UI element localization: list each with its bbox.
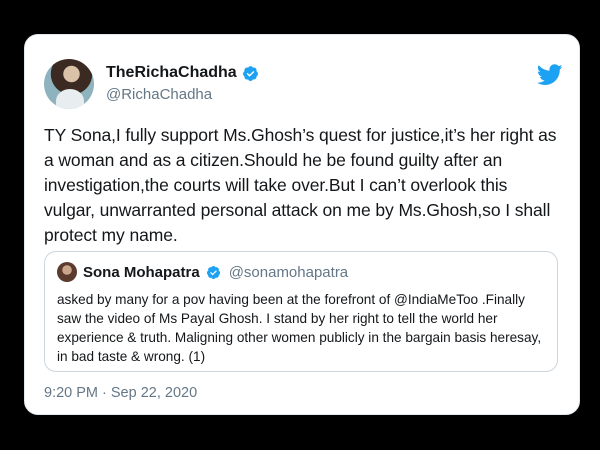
verified-badge-icon: [206, 265, 220, 279]
tweet-timestamp[interactable]: 9:20 PM · Sep 22, 2020: [44, 385, 197, 401]
author-avatar[interactable]: [44, 59, 94, 109]
tweet-header: TheRichaChadha @RichaChadha: [44, 58, 563, 110]
verified-badge-icon: [242, 65, 258, 81]
display-name-row: TheRichaChadha: [106, 64, 259, 82]
twitter-bird-icon[interactable]: [537, 64, 563, 86]
author-display-name[interactable]: TheRichaChadha: [106, 64, 237, 82]
author-handle[interactable]: @RichaChadha: [106, 86, 259, 103]
tweet-card: TheRichaChadha @RichaChadha TY Sona,I fu…: [24, 34, 580, 415]
author-names: TheRichaChadha @RichaChadha: [106, 64, 259, 103]
avatar-figure: [56, 89, 84, 109]
quoted-tweet-header: Sona Mohapatra @sonamohapatra: [57, 262, 348, 282]
tweet-text: TY Sona,I fully support Ms.Ghosh’s quest…: [44, 125, 557, 245]
quoted-author-handle[interactable]: @sonamohapatra: [229, 264, 348, 281]
quoted-author-avatar[interactable]: [57, 262, 77, 282]
quoted-tweet[interactable]: Sona Mohapatra @sonamohapatra asked by m…: [44, 251, 558, 372]
quoted-tweet-text: asked by many for a pov having been at t…: [57, 292, 542, 364]
quoted-author-display-name[interactable]: Sona Mohapatra: [83, 264, 200, 281]
